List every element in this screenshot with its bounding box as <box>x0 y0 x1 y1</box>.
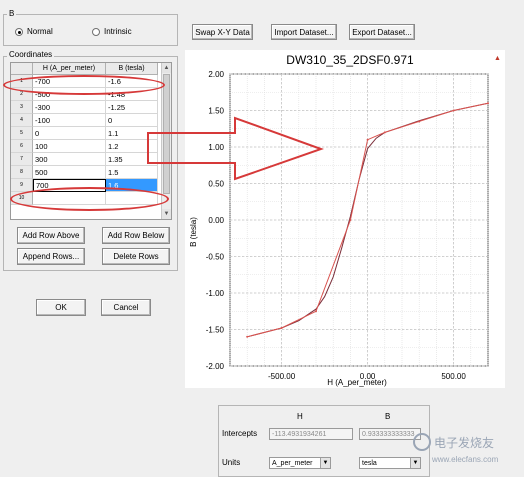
radio-normal-label: Normal <box>27 27 53 36</box>
cell-h[interactable]: -500 <box>33 88 106 101</box>
table-row[interactable]: 6 100 1.2 <box>11 140 158 153</box>
cell-h[interactable]: -700 <box>33 75 106 88</box>
table-row[interactable]: 8 500 1.5 <box>11 166 158 179</box>
cell-h[interactable]: -300 <box>33 101 106 114</box>
x-tick-label: 500.00 <box>441 372 466 381</box>
intercept-h-field: -113.4931934261 <box>269 428 353 440</box>
table-row[interactable]: 4 -100 0 <box>11 114 158 127</box>
cell-b[interactable]: -1.6 <box>106 75 158 88</box>
intercepts-col-h: H <box>297 412 303 421</box>
coordinates-group-legend: Coordinates <box>7 50 55 59</box>
intercepts-label: Intercepts <box>222 429 258 438</box>
row-number: 2 <box>11 88 33 101</box>
cell-h[interactable] <box>33 192 106 205</box>
intercepts-panel: H B Intercepts -113.4931934261 0.9333333… <box>218 405 430 477</box>
table-row[interactable]: 3 -300 -1.25 <box>11 101 158 114</box>
cancel-button[interactable]: Cancel <box>101 299 151 316</box>
h-unit-select[interactable]: A_per_meter ▼ <box>269 457 331 469</box>
bh-chart: DW310_35_2DSF0.971 ▲ 2.001.501.000.500.0… <box>189 53 501 387</box>
table-row[interactable]: 2 -500 -1.48 <box>11 88 158 101</box>
x-axis-label: H (A_per_meter) <box>327 378 387 387</box>
append-rows-button[interactable]: Append Rows... <box>17 248 85 265</box>
data-point <box>487 102 489 105</box>
data-point <box>418 120 421 123</box>
ok-button[interactable]: OK <box>36 299 86 316</box>
row-number: 8 <box>11 166 33 179</box>
swap-xy-data-button[interactable]: Swap X-Y Data <box>192 24 253 40</box>
row-number: 5 <box>11 127 33 140</box>
scroll-up-icon[interactable]: ▲ <box>162 63 171 73</box>
cell-b[interactable]: -1.25 <box>106 101 158 114</box>
grid-column-h[interactable]: H (A_per_meter) <box>33 63 106 75</box>
y-tick-label: -0.50 <box>206 253 225 262</box>
b-unit-value: tesla <box>362 459 377 467</box>
table-row[interactable]: 7 300 1.35 <box>11 153 158 166</box>
table-row[interactable]: 10 <box>11 192 158 205</box>
row-number: 1 <box>11 75 33 88</box>
bh-chart-panel: DW310_35_2DSF0.971 ▲ 2.00 1.50 1.00 0.50 0.0… <box>185 50 505 388</box>
watermark: 电子发烧友 www.elecfans.com <box>412 430 522 470</box>
y-tick-label: 0.00 <box>208 216 224 225</box>
y-tick-label: -1.50 <box>206 326 225 335</box>
data-point <box>246 335 249 338</box>
chart-warning-icon: ▲ <box>494 55 501 62</box>
data-point <box>349 219 352 221</box>
y-tick-label: -2.00 <box>206 362 225 371</box>
row-number: 10 <box>11 192 33 205</box>
grid-header: H (A_per_meter) B (tesla) <box>11 63 158 75</box>
chevron-down-icon[interactable]: ▼ <box>320 458 330 468</box>
radio-normal-indicator <box>15 27 23 36</box>
delete-rows-button[interactable]: Delete Rows <box>102 248 170 265</box>
row-number: 4 <box>11 114 33 127</box>
annotation-arrow <box>147 116 324 181</box>
cell-h[interactable]: 0 <box>33 127 106 140</box>
radio-normal[interactable]: Normal <box>15 27 53 36</box>
cell-h[interactable]: 300 <box>33 153 106 166</box>
grid-column-b[interactable]: B (tesla) <box>106 63 158 75</box>
row-number: 6 <box>11 140 33 153</box>
scroll-down-icon[interactable]: ▼ <box>162 209 171 219</box>
cell-h[interactable]: 500 <box>33 166 106 179</box>
cell-b[interactable]: -1.48 <box>106 88 158 101</box>
cell-b[interactable] <box>106 192 158 205</box>
units-label: Units <box>222 458 241 467</box>
y-tick-label: 1.50 <box>208 107 224 116</box>
chart-title: DW310_35_2DSF0.971 <box>286 53 414 67</box>
data-point <box>383 131 386 134</box>
grid-corner <box>11 63 33 75</box>
table-row[interactable]: 1 -700 -1.6 <box>11 75 158 88</box>
add-row-above-button[interactable]: Add Row Above <box>17 227 85 244</box>
intercepts-col-b: B <box>385 412 391 421</box>
y-tick-label: -1.00 <box>206 289 225 298</box>
import-dataset-button[interactable]: Import Dataset... <box>271 24 337 40</box>
cell-h[interactable]: 100 <box>33 140 106 153</box>
x-tick-label: -500.00 <box>268 372 296 381</box>
radio-intrinsic-label: Intrinsic <box>104 27 132 36</box>
data-point <box>366 138 369 141</box>
watermark-logo: 电子发烧友 www.elecfans.com <box>413 433 499 464</box>
data-point <box>315 310 317 313</box>
row-number: 9 <box>11 179 33 192</box>
table-row[interactable]: 9 700 1.6 <box>11 179 158 192</box>
add-row-below-button[interactable]: Add Row Below <box>102 227 170 244</box>
row-number: 3 <box>11 101 33 114</box>
row-number: 7 <box>11 153 33 166</box>
export-dataset-button[interactable]: Export Dataset... <box>349 24 415 40</box>
y-tick-label: 2.00 <box>208 70 224 79</box>
b-group-legend: B <box>7 9 17 18</box>
svg-text:www.elecfans.com: www.elecfans.com <box>431 455 499 464</box>
radio-intrinsic-indicator <box>92 27 100 36</box>
data-point <box>280 327 283 330</box>
data-point <box>452 109 455 112</box>
y-axis-label: B (tesla) <box>189 217 198 247</box>
svg-text:电子发烧友: 电子发烧友 <box>434 435 494 450</box>
radio-intrinsic[interactable]: Intrinsic <box>92 27 132 36</box>
cell-h[interactable]: -100 <box>33 114 106 127</box>
h-unit-value: A_per_meter <box>272 459 313 467</box>
cell-h[interactable]: 700 <box>33 179 106 192</box>
table-row[interactable]: 5 0 1.1 <box>11 127 158 140</box>
